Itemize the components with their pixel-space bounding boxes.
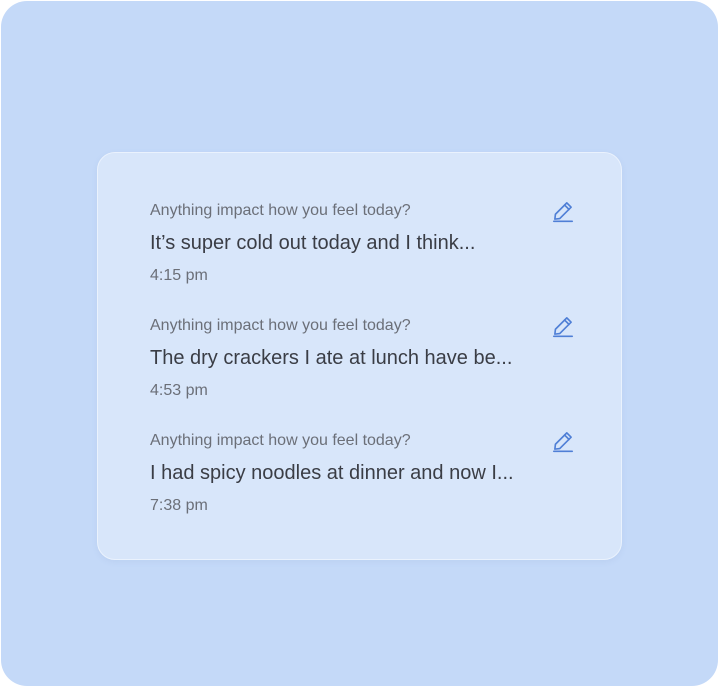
entry-answer: It’s super cold out today and I think... (150, 232, 476, 254)
app-background: Anything impact how you feel today? It’s… (1, 1, 718, 686)
entry-time: 4:15 pm (150, 267, 208, 284)
edit-pencil-icon[interactable] (550, 428, 576, 454)
entry-question: Anything impact how you feel today? (150, 432, 411, 449)
entry-time: 4:53 pm (150, 382, 208, 399)
edit-pencil-icon[interactable] (550, 198, 576, 224)
entry-question: Anything impact how you feel today? (150, 317, 411, 334)
entry-answer: I had spicy noodles at dinner and now I.… (150, 462, 514, 484)
entry-question: Anything impact how you feel today? (150, 202, 411, 219)
entry-answer: The dry crackers I ate at lunch have be.… (150, 347, 513, 369)
entry-time: 7:38 pm (150, 497, 208, 514)
edit-pencil-icon[interactable] (550, 313, 576, 339)
journal-entries-card: Anything impact how you feel today? It’s… (97, 152, 622, 560)
